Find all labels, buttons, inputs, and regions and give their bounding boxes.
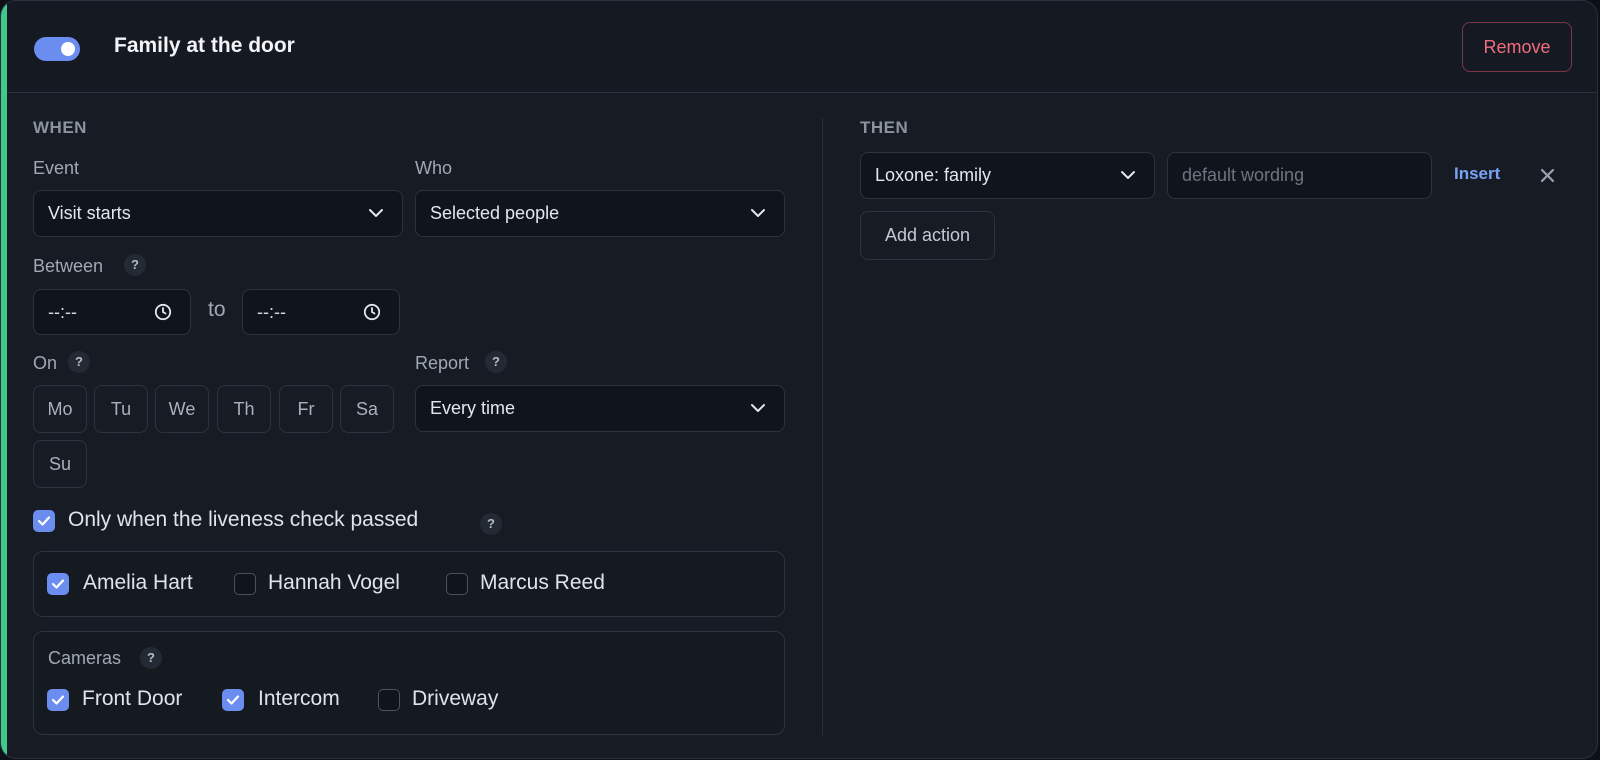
day-fr-button[interactable]: Fr bbox=[279, 385, 333, 433]
when-heading: WHEN bbox=[33, 118, 87, 137]
people-group: Amelia Hart Hannah Vogel Marcus Reed bbox=[33, 551, 785, 617]
camera-intercom-label: Intercom bbox=[258, 687, 340, 710]
person-amelia-checkbox[interactable] bbox=[47, 573, 69, 595]
wording-input[interactable]: default wording bbox=[1167, 152, 1432, 199]
camera-intercom-checkbox[interactable] bbox=[222, 689, 244, 711]
report-label: Report bbox=[415, 353, 470, 373]
rule-header: Family at the door Remove bbox=[7, 1, 1597, 93]
event-select[interactable]: Visit starts bbox=[33, 190, 403, 237]
day-mo-button[interactable]: Mo bbox=[33, 385, 87, 433]
day-th-button[interactable]: Th bbox=[217, 385, 271, 433]
check-icon bbox=[51, 579, 65, 589]
on-help-icon[interactable]: ? bbox=[68, 351, 90, 373]
report-help-icon[interactable]: ? bbox=[485, 351, 507, 373]
time-from-value: --:-- bbox=[48, 302, 77, 322]
check-icon bbox=[226, 695, 240, 705]
between-to-text: to bbox=[208, 298, 226, 321]
person-marcus-label: Marcus Reed bbox=[480, 571, 605, 594]
day-we-button[interactable]: We bbox=[155, 385, 209, 433]
who-label: Who bbox=[415, 158, 453, 178]
then-heading: THEN bbox=[860, 118, 909, 137]
event-select-value: Visit starts bbox=[48, 203, 131, 223]
person-marcus-checkbox[interactable] bbox=[446, 573, 468, 595]
rule-title: Family at the door bbox=[114, 34, 295, 57]
report-select-value: Every time bbox=[430, 398, 516, 418]
cameras-group: Cameras ? Front Door Intercom Driveway bbox=[33, 631, 785, 735]
cameras-help-icon[interactable]: ? bbox=[140, 647, 162, 669]
action-select-value: Loxone: family bbox=[875, 165, 992, 185]
remove-button[interactable]: Remove bbox=[1462, 22, 1572, 72]
action-select[interactable]: Loxone: family bbox=[860, 152, 1155, 199]
cameras-label: Cameras bbox=[48, 648, 122, 668]
time-from-input[interactable]: --:-- bbox=[33, 289, 191, 335]
liveness-checkbox[interactable] bbox=[33, 510, 55, 532]
rule-enabled-toggle[interactable] bbox=[34, 37, 80, 61]
section-divider bbox=[822, 118, 823, 735]
liveness-label: Only when the liveness check passed bbox=[68, 508, 419, 531]
rule-status-accent bbox=[1, 1, 7, 758]
camera-driveway-checkbox[interactable] bbox=[378, 689, 400, 711]
person-hannah-label: Hannah Vogel bbox=[268, 571, 400, 594]
who-select[interactable]: Selected people bbox=[415, 190, 785, 237]
camera-driveway-label: Driveway bbox=[412, 687, 499, 710]
between-label: Between bbox=[33, 256, 104, 276]
automation-rule-card: Family at the door Remove WHEN Event Vis… bbox=[0, 0, 1598, 759]
chevron-down-icon bbox=[1121, 171, 1135, 179]
time-to-value: --:-- bbox=[257, 302, 286, 322]
clock-icon bbox=[363, 303, 381, 321]
chevron-down-icon bbox=[369, 209, 383, 217]
who-select-value: Selected people bbox=[430, 203, 560, 223]
camera-front-door-label: Front Door bbox=[82, 687, 183, 710]
insert-link[interactable]: Insert bbox=[1454, 164, 1500, 184]
event-label: Event bbox=[33, 158, 80, 178]
person-hannah-checkbox[interactable] bbox=[234, 573, 256, 595]
person-amelia-label: Amelia Hart bbox=[83, 571, 193, 594]
toggle-knob bbox=[61, 42, 75, 56]
report-select[interactable]: Every time bbox=[415, 385, 785, 432]
clock-icon bbox=[154, 303, 172, 321]
check-icon bbox=[51, 695, 65, 705]
add-action-button[interactable]: Add action bbox=[860, 211, 995, 260]
chevron-down-icon bbox=[751, 404, 765, 412]
day-tu-button[interactable]: Tu bbox=[94, 385, 148, 433]
liveness-help-icon[interactable]: ? bbox=[480, 513, 502, 535]
chevron-down-icon bbox=[751, 209, 765, 217]
check-icon bbox=[37, 516, 51, 526]
day-su-button[interactable]: Su bbox=[33, 440, 87, 488]
on-label: On bbox=[33, 353, 58, 373]
wording-placeholder: default wording bbox=[1182, 165, 1305, 185]
camera-front-door-checkbox[interactable] bbox=[47, 689, 69, 711]
between-help-icon[interactable]: ? bbox=[124, 254, 146, 276]
close-icon[interactable] bbox=[1540, 168, 1555, 183]
day-sa-button[interactable]: Sa bbox=[340, 385, 394, 433]
time-to-input[interactable]: --:-- bbox=[242, 289, 400, 335]
